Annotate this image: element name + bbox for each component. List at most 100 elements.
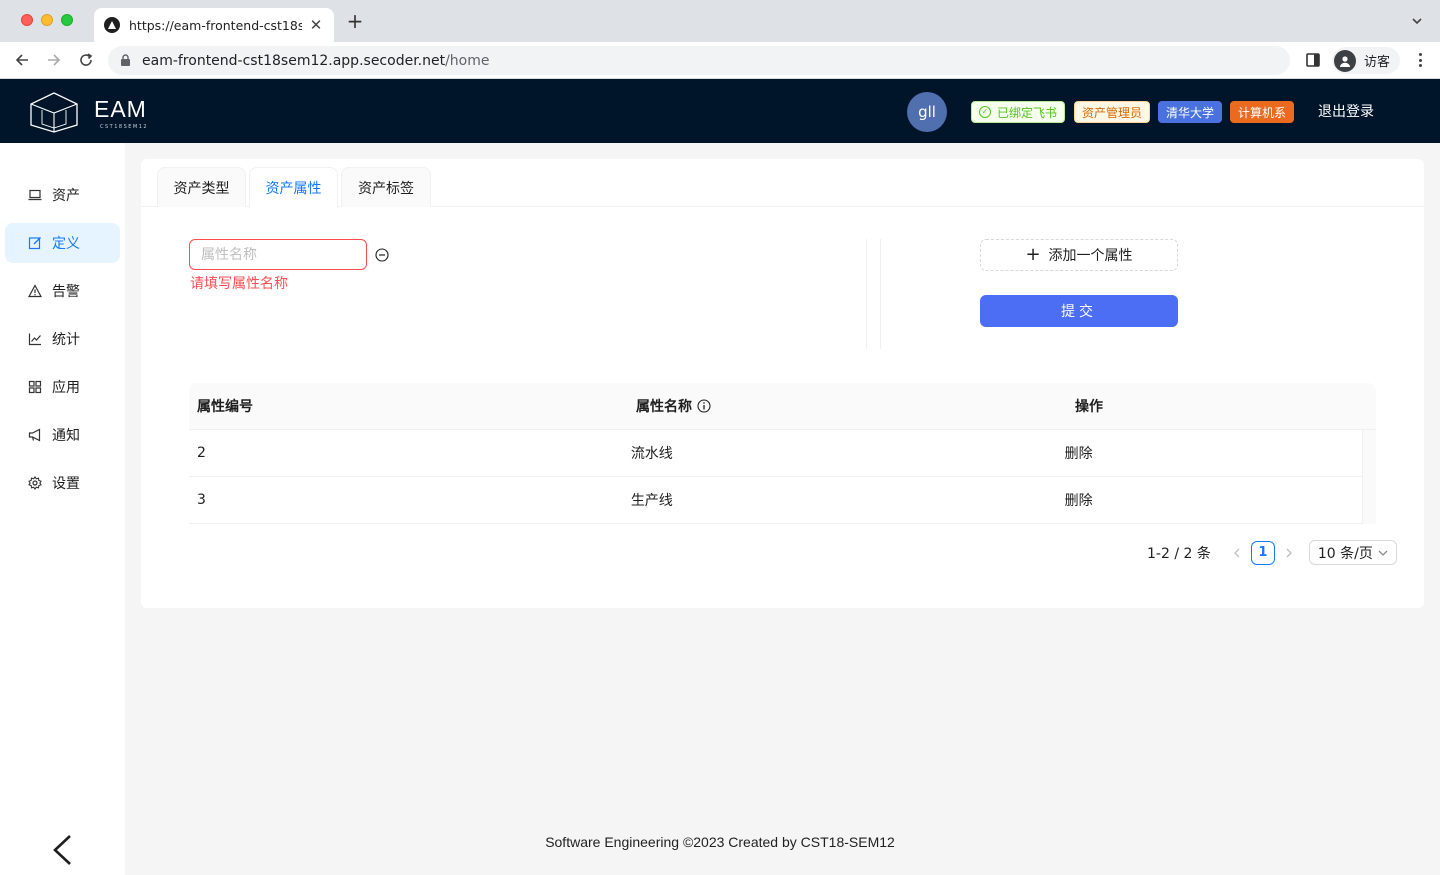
side-panel-icon[interactable]: [1305, 52, 1321, 68]
line-chart-icon: [28, 332, 42, 346]
sidebar-item-label: 统计: [52, 332, 80, 348]
reload-icon[interactable]: [76, 50, 96, 70]
prev-page-icon[interactable]: [1225, 541, 1249, 565]
sidebar-item-assets[interactable]: 资产: [5, 175, 120, 215]
sidebar-item-statistics[interactable]: 统计: [5, 319, 120, 359]
check-circle-icon: ✓: [979, 106, 991, 118]
table-row: 2 流水线 删除: [189, 430, 1362, 477]
logout-button[interactable]: 退出登录: [1318, 101, 1374, 121]
cell-attribute-name: 生产线: [630, 493, 673, 509]
page-number-button[interactable]: 1: [1250, 540, 1275, 565]
attribute-name-input[interactable]: [189, 239, 367, 270]
address-bar[interactable]: eam-frontend-cst18sem12.app.secoder.net /…: [108, 46, 1290, 75]
tabs-bar: 资产类型 资产属性 资产标签: [141, 159, 1424, 208]
column-header-actions: 操作: [1075, 399, 1103, 415]
back-arrow-icon[interactable]: [12, 50, 32, 70]
feishu-bound-label: 已绑定飞书: [997, 105, 1058, 120]
browser-tab-title: https://eam-frontend-cst18sem12.app.seco…: [129, 17, 302, 33]
minus-circle-icon[interactable]: [375, 248, 389, 262]
tab-asset-attributes[interactable]: 资产属性: [249, 167, 338, 208]
warning-icon: [28, 284, 42, 298]
browser-tab[interactable]: https://eam-frontend-cst18sem12.app.seco…: [94, 8, 334, 42]
sidebar-item-label: 资产: [52, 188, 80, 204]
close-tab-icon[interactable]: ✕: [308, 16, 324, 34]
user-avatar[interactable]: gll: [907, 92, 947, 132]
submit-button[interactable]: 提交: [980, 295, 1178, 327]
sidebar-item-label: 通知: [52, 428, 80, 444]
laptop-icon: [28, 188, 42, 202]
tab-label: 资产属性: [265, 181, 322, 197]
url-host: eam-frontend-cst18sem12.app.secoder.net: [142, 52, 446, 69]
appstore-icon: [28, 380, 42, 394]
logo-text: EAM: [94, 96, 147, 122]
vertical-divider: [866, 239, 881, 349]
profile-avatar-icon: [1334, 49, 1356, 72]
page-size-label: 10 条/页: [1317, 545, 1373, 562]
tab-asset-types[interactable]: 资产类型: [157, 167, 246, 207]
logo-subtitle: CST18SEM12: [100, 124, 149, 130]
app-header: EAM CST18SEM12 gll ✓ 已绑定飞书 资产管理员 清华大学 计算…: [0, 79, 1440, 143]
attributes-table: 属性编号 属性名称 操作 2 流水线 删除 3 生产线 删除: [189, 383, 1376, 524]
browser-menu-icon[interactable]: [1412, 52, 1428, 68]
validation-error: 请填写属性名称: [190, 276, 288, 292]
sidebar: 资产 定义 告警 统计 应用 通知 设置: [0, 143, 125, 875]
profile-label: 访客: [1364, 55, 1391, 70]
cell-attribute-name: 流水线: [630, 446, 673, 462]
chevron-down-icon[interactable]: [1410, 14, 1424, 28]
sidebar-item-label: 告警: [52, 284, 80, 300]
window-maximize-button[interactable]: [61, 14, 73, 26]
setting-icon: [28, 476, 42, 490]
sidebar-item-notifications[interactable]: 通知: [5, 415, 120, 455]
chevron-down-icon: [1378, 545, 1388, 561]
column-header-id[interactable]: 属性编号: [189, 396, 628, 416]
column-header-name[interactable]: 属性名称: [628, 396, 1067, 416]
table-body: 2 流水线 删除 3 生产线 删除: [189, 430, 1376, 524]
notification-icon: [28, 428, 42, 442]
window-close-button[interactable]: [21, 14, 33, 26]
sidebar-item-label: 定义: [52, 236, 80, 252]
university-badge: 清华大学: [1158, 101, 1223, 123]
table-row: 3 生产线 删除: [189, 477, 1362, 524]
page-footer: Software Engineering ©2023 Created by CS…: [545, 834, 895, 850]
cell-attribute-id: 2: [197, 445, 206, 461]
logo-cube-icon[interactable]: [28, 91, 80, 133]
cell-attribute-id: 3: [197, 492, 206, 508]
sidebar-item-alerts[interactable]: 告警: [5, 271, 120, 311]
info-circle-icon[interactable]: [697, 399, 711, 413]
chevron-left-icon[interactable]: [50, 833, 76, 867]
main-card: 资产类型 资产属性 资产标签 请填写属性名称 + 添加一个属性 提交 属性编号 …: [141, 159, 1424, 608]
forward-arrow-icon[interactable]: [44, 50, 64, 70]
department-badge: 计算机系: [1230, 101, 1295, 123]
browser-tab-strip: https://eam-frontend-cst18sem12.app.seco…: [0, 0, 1440, 42]
next-page-icon[interactable]: [1277, 541, 1301, 565]
feishu-bound-badge: ✓ 已绑定飞书: [971, 101, 1066, 123]
sidebar-item-apps[interactable]: 应用: [5, 367, 120, 407]
profile-button[interactable]: 访客: [1332, 47, 1400, 74]
column-header-name-label: 属性名称: [636, 399, 692, 415]
page-size-select[interactable]: 10 条/页: [1308, 540, 1397, 565]
sidebar-item-label: 设置: [52, 476, 80, 492]
lock-icon[interactable]: [120, 54, 132, 68]
url-path: /home: [445, 52, 490, 69]
new-tab-button[interactable]: +: [345, 11, 365, 31]
add-attribute-button[interactable]: + 添加一个属性: [980, 239, 1178, 271]
tab-label: 资产类型: [173, 180, 230, 197]
role-badge: 资产管理员: [1074, 101, 1151, 123]
tab-label: 资产标签: [358, 180, 414, 197]
browser-toolbar: eam-frontend-cst18sem12.app.secoder.net /…: [0, 42, 1440, 79]
delete-button[interactable]: 删除: [1057, 443, 1362, 463]
table-scrollbar[interactable]: [1362, 430, 1376, 524]
site-favicon-icon: [104, 17, 120, 33]
add-attribute-label: 添加一个属性: [1048, 248, 1133, 264]
sidebar-item-label: 应用: [52, 380, 80, 396]
table-header: 属性编号 属性名称 操作: [189, 383, 1376, 430]
plus-icon: +: [1025, 244, 1041, 265]
window-minimize-button[interactable]: [41, 14, 53, 26]
pagination: 1-2 / 2 条 1 10 条/页: [1147, 540, 1397, 565]
tab-asset-labels[interactable]: 资产标签: [341, 167, 431, 207]
sidebar-item-definition[interactable]: 定义: [5, 223, 120, 263]
pagination-total: 1-2 / 2 条: [1147, 545, 1211, 562]
sidebar-item-settings[interactable]: 设置: [5, 463, 120, 503]
delete-button[interactable]: 删除: [1057, 490, 1362, 510]
edit-icon: [28, 236, 42, 250]
